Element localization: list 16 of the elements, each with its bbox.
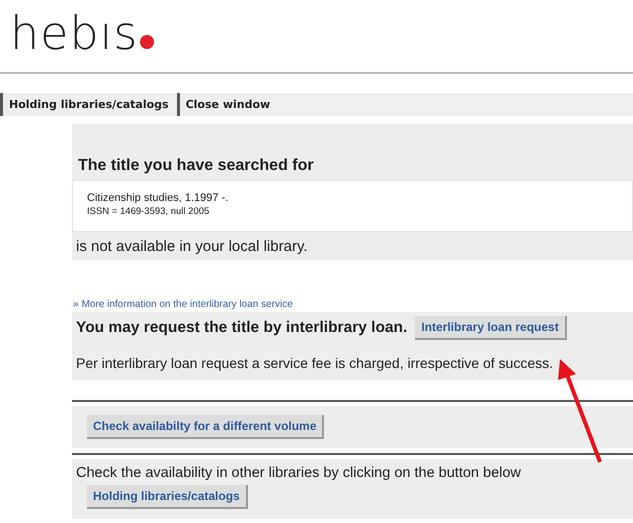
hebis-logo: hebıs [10,10,138,56]
fee-note: Per interlibrary loan request a service fee is charged, irrespective of success. [76,355,554,371]
holding-libraries-button[interactable]: Holding libraries/catalogs [87,485,248,509]
title-text: Citizenship studies, 1.1997 -. [87,192,230,205]
different-volume-button[interactable]: Check availabilty for a different volume [87,415,324,439]
issn-text: ISSN = 1469-3593, null 2005 [87,205,210,219]
availability-status: is not available in your local library. [75,237,308,255]
other-libraries-text: Check the availability in other libraries by clicking on the button below [76,465,522,481]
interlibrary-loan-button[interactable]: Interlibrary loan request [415,316,567,340]
nav-link[interactable]: Holding libraries/catalogs [0,93,175,116]
loan-heading: You may request the title by interlibrary loan. [76,319,408,337]
nav-link[interactable]: Close window [176,93,276,116]
logo-dot-icon [140,35,154,49]
info-link[interactable]: More information on the interlibrary loan service [82,299,293,310]
section-heading: The title you have searched for [77,156,315,176]
link-marker: » [73,299,79,310]
